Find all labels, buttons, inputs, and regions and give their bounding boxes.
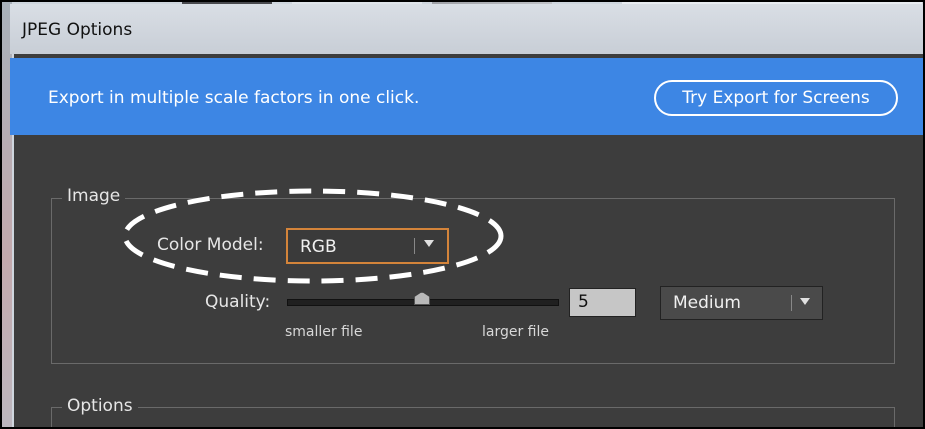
options-group-legend: Options [62,396,138,416]
slider-max-label: larger file [482,324,550,340]
image-group-legend: Image [62,186,126,206]
quality-preset-dropdown[interactable]: Medium [660,286,823,320]
dropdown-divider [791,295,792,311]
quality-value-input[interactable]: 5 [569,288,636,317]
quality-label: Quality: [205,292,271,312]
window-titlebar[interactable]: JPEG Options [10,4,923,54]
slider-min-label: smaller file [285,324,363,340]
screenshot-frame: JPEG Options Export in multiple scale fa… [0,0,925,429]
promo-banner: Export in multiple scale factors in one … [10,58,923,135]
quality-preset-value: Medium [673,293,741,313]
options-group-box [51,407,895,427]
window-title: JPEG Options [22,20,133,40]
banner-text: Export in multiple scale factors in one … [48,88,420,108]
highlight-ellipse-annotation [122,188,504,284]
chevron-down-icon [800,298,810,305]
try-export-for-screens-button[interactable]: Try Export for Screens [654,80,898,116]
